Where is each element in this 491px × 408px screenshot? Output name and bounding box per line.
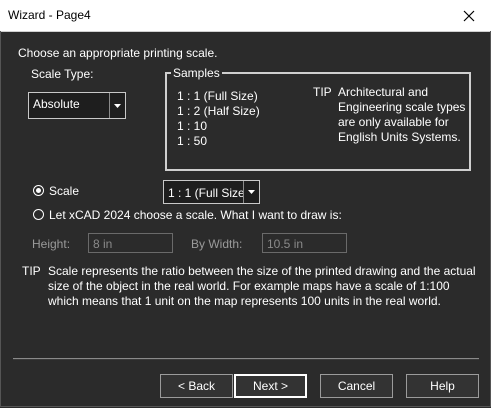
chevron-down-icon[interactable]	[109, 93, 125, 118]
tip-label: TIP	[22, 264, 41, 278]
scale-radio-label[interactable]: Scale	[49, 184, 79, 198]
scale-radio[interactable]	[33, 185, 44, 196]
back-button[interactable]: < Back	[160, 374, 233, 398]
cancel-button[interactable]: Cancel	[320, 374, 393, 398]
help-button[interactable]: Help	[406, 374, 479, 398]
height-field[interactable]: 8 in	[88, 233, 173, 253]
scale-value: 1 : 1 (Full Size)	[168, 186, 249, 200]
auto-scale-radio[interactable]	[33, 209, 44, 220]
height-label: Height:	[32, 237, 71, 251]
sample-item: 1 : 50	[177, 134, 208, 148]
width-label: By Width:	[191, 237, 243, 251]
scale-type-value: Absolute	[33, 97, 80, 111]
title-bar: Wizard - Page4	[0, 0, 491, 32]
tip-text: Scale represents the ratio between the s…	[48, 264, 476, 308]
page-prompt: Choose an appropriate printing scale.	[18, 46, 218, 60]
width-field[interactable]: 10.5 in	[262, 233, 347, 253]
samples-tip-text: Architectural and Engineering scale type…	[338, 85, 466, 144]
sample-item: 1 : 1 (Full Size)	[177, 89, 258, 103]
samples-tip-label: TIP	[313, 85, 332, 99]
scale-type-label: Scale Type:	[31, 67, 94, 81]
chevron-down-icon[interactable]	[243, 181, 259, 203]
next-button[interactable]: Next >	[234, 374, 307, 398]
samples-legend: Samples	[171, 66, 222, 80]
window-title: Wizard - Page4	[8, 8, 91, 22]
scale-type-select[interactable]: Absolute	[28, 92, 126, 119]
auto-scale-label[interactable]: Let xCAD 2024 choose a scale. What I wan…	[49, 208, 342, 222]
close-icon[interactable]	[446, 0, 491, 31]
sample-item: 1 : 10	[177, 119, 208, 133]
sample-item: 1 : 2 (Half Size)	[177, 104, 260, 118]
button-separator	[13, 358, 479, 360]
scale-select[interactable]: 1 : 1 (Full Size)	[163, 180, 260, 204]
